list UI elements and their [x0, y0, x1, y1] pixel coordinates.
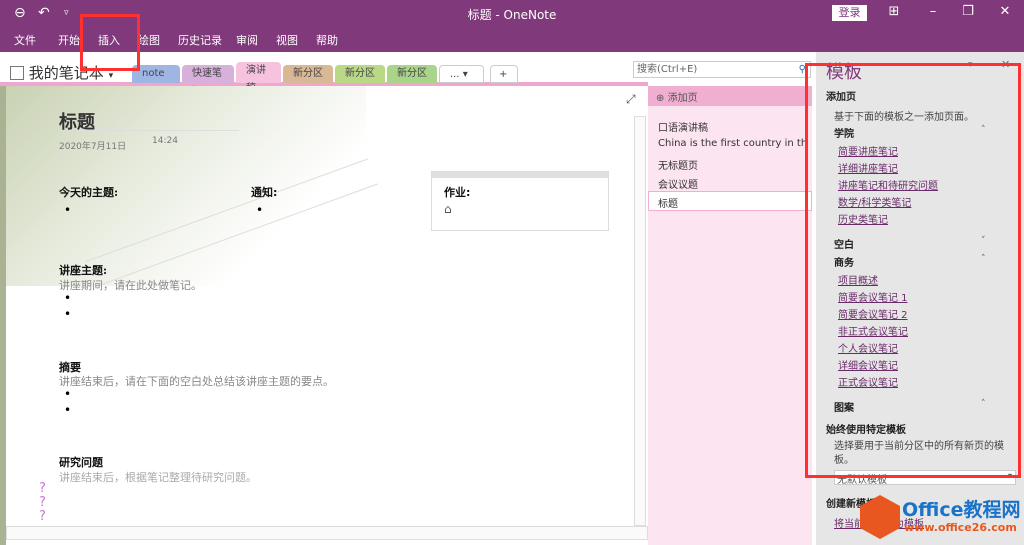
- ribbon-display-icon[interactable]: ⊞: [884, 4, 904, 19]
- chevron-down-icon: ▾: [108, 71, 114, 81]
- add-section-button[interactable]: +: [490, 65, 518, 83]
- title-underline: [59, 130, 239, 131]
- highlight-templates-pane: [805, 63, 1021, 478]
- homework-container[interactable]: 作业: ⌂: [431, 171, 609, 231]
- bullet: •: [256, 203, 264, 217]
- notebook-icon: [10, 66, 24, 80]
- tab-home[interactable]: 开始: [58, 32, 80, 48]
- add-page-button[interactable]: ⊕ 添加页: [648, 86, 812, 106]
- lecture-hint: 讲座期间，请在此处做笔记。: [59, 279, 202, 292]
- page-item[interactable]: China is the first country in the: [658, 138, 808, 149]
- horizontal-scrollbar[interactable]: [6, 526, 648, 540]
- page-item[interactable]: 无标题页: [658, 157, 808, 172]
- search-input[interactable]: 搜索(Ctrl+E) ⚲: [633, 61, 811, 78]
- home-icon: ⌂: [444, 202, 452, 216]
- more-sections-button[interactable]: ... ▾: [439, 65, 484, 83]
- research-hint: 讲座结束后，根据笔记整理待研究问题。: [59, 471, 257, 484]
- page-item[interactable]: 口语演讲稿: [658, 119, 808, 134]
- tab-history[interactable]: 历史记录: [178, 32, 222, 48]
- login-button[interactable]: 登录: [832, 5, 867, 21]
- minimize-icon[interactable]: –: [923, 4, 943, 19]
- tab-review[interactable]: 审阅: [236, 32, 258, 48]
- watermark-logo: Office教程网 www.office26.com: [860, 493, 1021, 543]
- highlight-insert-tab: [80, 14, 140, 71]
- tab-view[interactable]: 视图: [276, 32, 298, 48]
- close-icon[interactable]: ✕: [995, 4, 1015, 19]
- tab-draw[interactable]: 绘图: [138, 32, 160, 48]
- restore-icon[interactable]: ❐: [958, 4, 978, 19]
- section-tab-speech[interactable]: 演讲稿: [236, 62, 281, 94]
- bullet: •: [64, 203, 72, 217]
- section-tab-new-5[interactable]: 新分区 5: [283, 65, 333, 97]
- section-tab-quick-notes[interactable]: 快速笔记: [182, 65, 234, 97]
- plus-circle-icon: ⊕: [656, 93, 665, 104]
- page-canvas[interactable]: 标题 2020年7月11日 14:24 今天的主题: • 通知: • 作业: ⌂…: [0, 86, 648, 545]
- office-logo-icon: [860, 495, 900, 539]
- tab-file[interactable]: 文件: [14, 32, 36, 48]
- page-list: ⊕ 添加页 口语演讲稿 China is the first country i…: [648, 86, 812, 545]
- bullet: •: [64, 291, 72, 305]
- homework-label: 作业:: [444, 186, 471, 199]
- page-item[interactable]: 会议议题: [658, 176, 808, 191]
- today-topic-label: 今天的主题:: [59, 186, 119, 199]
- lecture-topic-label: 讲座主题:: [59, 264, 108, 277]
- notice-label: 通知:: [251, 186, 278, 199]
- search-placeholder: 搜索(Ctrl+E): [637, 64, 698, 75]
- add-page-label: 添加页: [667, 93, 698, 104]
- bullet: •: [64, 387, 72, 401]
- section-tab-new-2[interactable]: 新分区 2: [387, 65, 437, 97]
- question-marks: ???: [39, 481, 46, 524]
- bullet: •: [64, 307, 72, 321]
- window-title: 标题 - OneNote: [467, 8, 557, 22]
- tab-help[interactable]: 帮助: [316, 32, 338, 48]
- research-label: 研究问题: [59, 456, 103, 469]
- vertical-scrollbar[interactable]: [634, 116, 646, 526]
- summary-hint: 讲座结束后，请在下面的空白处总结该讲座主题的要点。: [59, 375, 334, 388]
- container-handle[interactable]: [432, 172, 608, 178]
- section-tab-new-1[interactable]: 新分区 1: [335, 65, 385, 97]
- page-date: 2020年7月11日: [59, 142, 127, 152]
- expand-icon[interactable]: ⤢: [626, 92, 636, 107]
- page-time: 14:24: [152, 136, 178, 146]
- title-bar: ⊖ ↶ ▿ 标题 - OneNote 登录 ⊞ – ❐ ✕ 文件 开始 插入 绘…: [0, 0, 1024, 52]
- page-item-selected[interactable]: 标题: [658, 195, 808, 210]
- bullet: •: [64, 403, 72, 417]
